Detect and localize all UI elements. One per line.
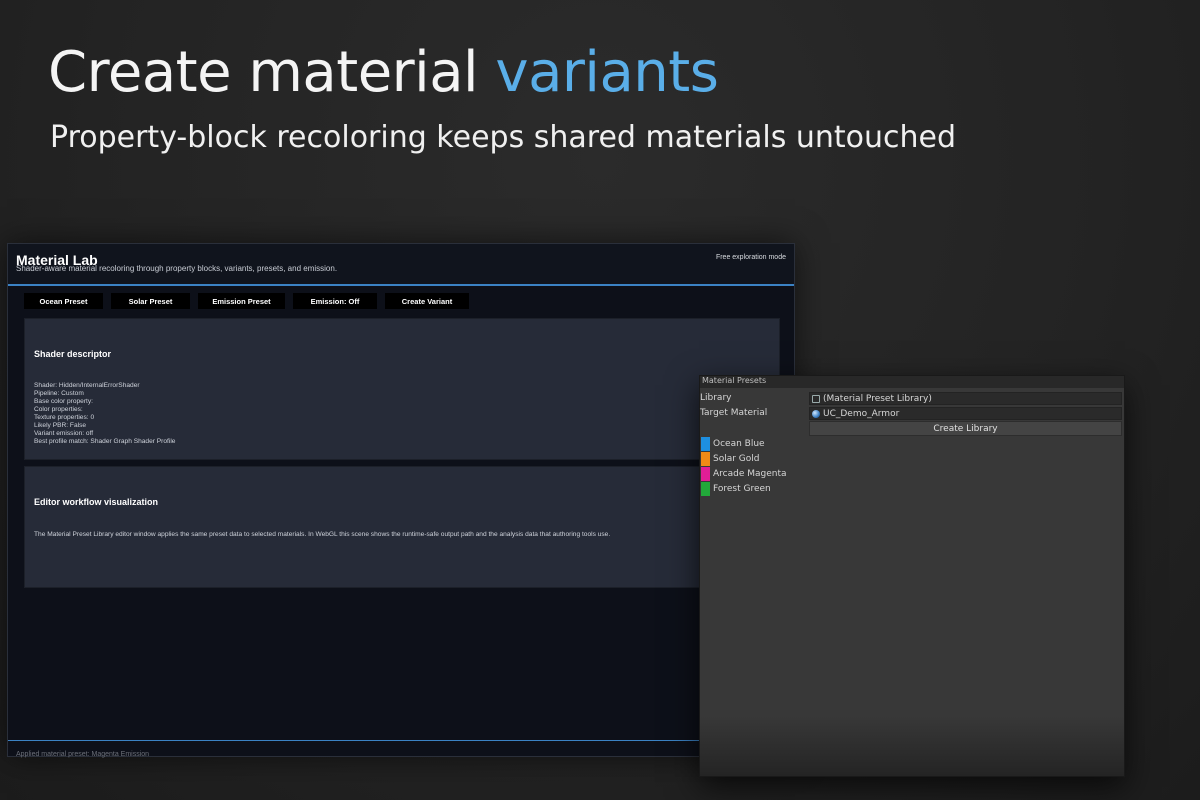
- ocean-preset-button[interactable]: Ocean Preset: [24, 293, 103, 309]
- preset-name: Ocean Blue: [713, 439, 765, 449]
- library-icon: [812, 394, 820, 403]
- library-object-field[interactable]: (Material Preset Library): [809, 392, 1122, 405]
- preset-list: Ocean Blue Solar Gold Arcade Magenta For…: [700, 436, 1000, 496]
- hero-title: Create material variants: [48, 40, 719, 105]
- lab-toolbar: Ocean Preset Solar Preset Emission Prese…: [24, 293, 469, 309]
- material-lab-description: Shader-aware material recoloring through…: [16, 264, 338, 273]
- pipeline-line: Pipeline: Custom: [34, 390, 84, 397]
- material-icon: [812, 409, 820, 418]
- material-lab-header: Material Lab Shader-aware material recol…: [8, 244, 794, 286]
- status-text: Applied material preset: Magenta Emissio…: [16, 751, 150, 758]
- library-label: Library: [700, 393, 732, 403]
- target-material-row: Target Material UC_Demo_Armor: [700, 406, 1124, 421]
- target-material-field[interactable]: UC_Demo_Armor: [809, 407, 1122, 420]
- shader-descriptor-lines: Shader: Hidden/InternalErrorShader Pipel…: [34, 382, 175, 446]
- preset-name: Forest Green: [713, 484, 771, 494]
- hero-title-main: Create material: [48, 40, 496, 105]
- shader-descriptor-card: Shader descriptor Shader: Hidden/Interna…: [24, 318, 780, 460]
- workflow-text: The Material Preset Library editor windo…: [34, 531, 611, 538]
- emission-toggle-button[interactable]: Emission: Off: [293, 293, 377, 309]
- hero-subtitle: Property-block recoloring keeps shared m…: [50, 120, 957, 155]
- color-properties-line: Color properties:: [34, 406, 83, 413]
- solar-gold-swatch: [701, 452, 710, 466]
- forest-green-swatch: [701, 482, 710, 496]
- presets-tab[interactable]: Material Presets: [700, 376, 1124, 388]
- shader-line: Shader: Hidden/InternalErrorShader: [34, 382, 140, 389]
- preset-name: Solar Gold: [713, 454, 760, 464]
- arcade-magenta-swatch: [701, 467, 710, 481]
- base-color-line: Base color property:: [34, 398, 94, 405]
- preset-item-ocean-blue[interactable]: Ocean Blue: [700, 436, 1000, 451]
- ocean-blue-swatch: [701, 437, 710, 451]
- workflow-card: Editor workflow visualization The Materi…: [24, 466, 780, 588]
- best-profile-line: Best profile match: Shader Graph Shader …: [34, 438, 176, 445]
- mode-indicator: Free exploration mode: [715, 254, 786, 261]
- shader-descriptor-heading: Shader descriptor: [34, 349, 112, 359]
- library-row: Library (Material Preset Library): [700, 391, 1124, 406]
- solar-preset-button[interactable]: Solar Preset: [111, 293, 190, 309]
- workflow-heading: Editor workflow visualization: [34, 497, 159, 507]
- target-material-label: Target Material: [700, 408, 768, 418]
- target-material-value: UC_Demo_Armor: [823, 408, 900, 419]
- footer-divider: [8, 740, 794, 741]
- create-library-button[interactable]: Create Library: [809, 421, 1122, 436]
- library-value: (Material Preset Library): [823, 393, 932, 404]
- preset-item-arcade-magenta[interactable]: Arcade Magenta: [700, 466, 1000, 481]
- preset-item-forest-green[interactable]: Forest Green: [700, 481, 1000, 496]
- preset-item-solar-gold[interactable]: Solar Gold: [700, 451, 1000, 466]
- texture-properties-line: Texture properties: 0: [34, 414, 95, 421]
- emission-preset-button[interactable]: Emission Preset: [198, 293, 285, 309]
- variant-emission-line: Variant emission: off: [34, 430, 94, 437]
- create-variant-button[interactable]: Create Variant: [385, 293, 469, 309]
- likely-pbr-line: Likely PBR: False: [34, 422, 87, 429]
- material-presets-window: Material Presets Library (Material Prese…: [699, 375, 1125, 777]
- hero-title-accent: variants: [495, 40, 719, 105]
- material-lab-panel: Material Lab Shader-aware material recol…: [7, 243, 795, 758]
- preset-name: Arcade Magenta: [713, 469, 787, 479]
